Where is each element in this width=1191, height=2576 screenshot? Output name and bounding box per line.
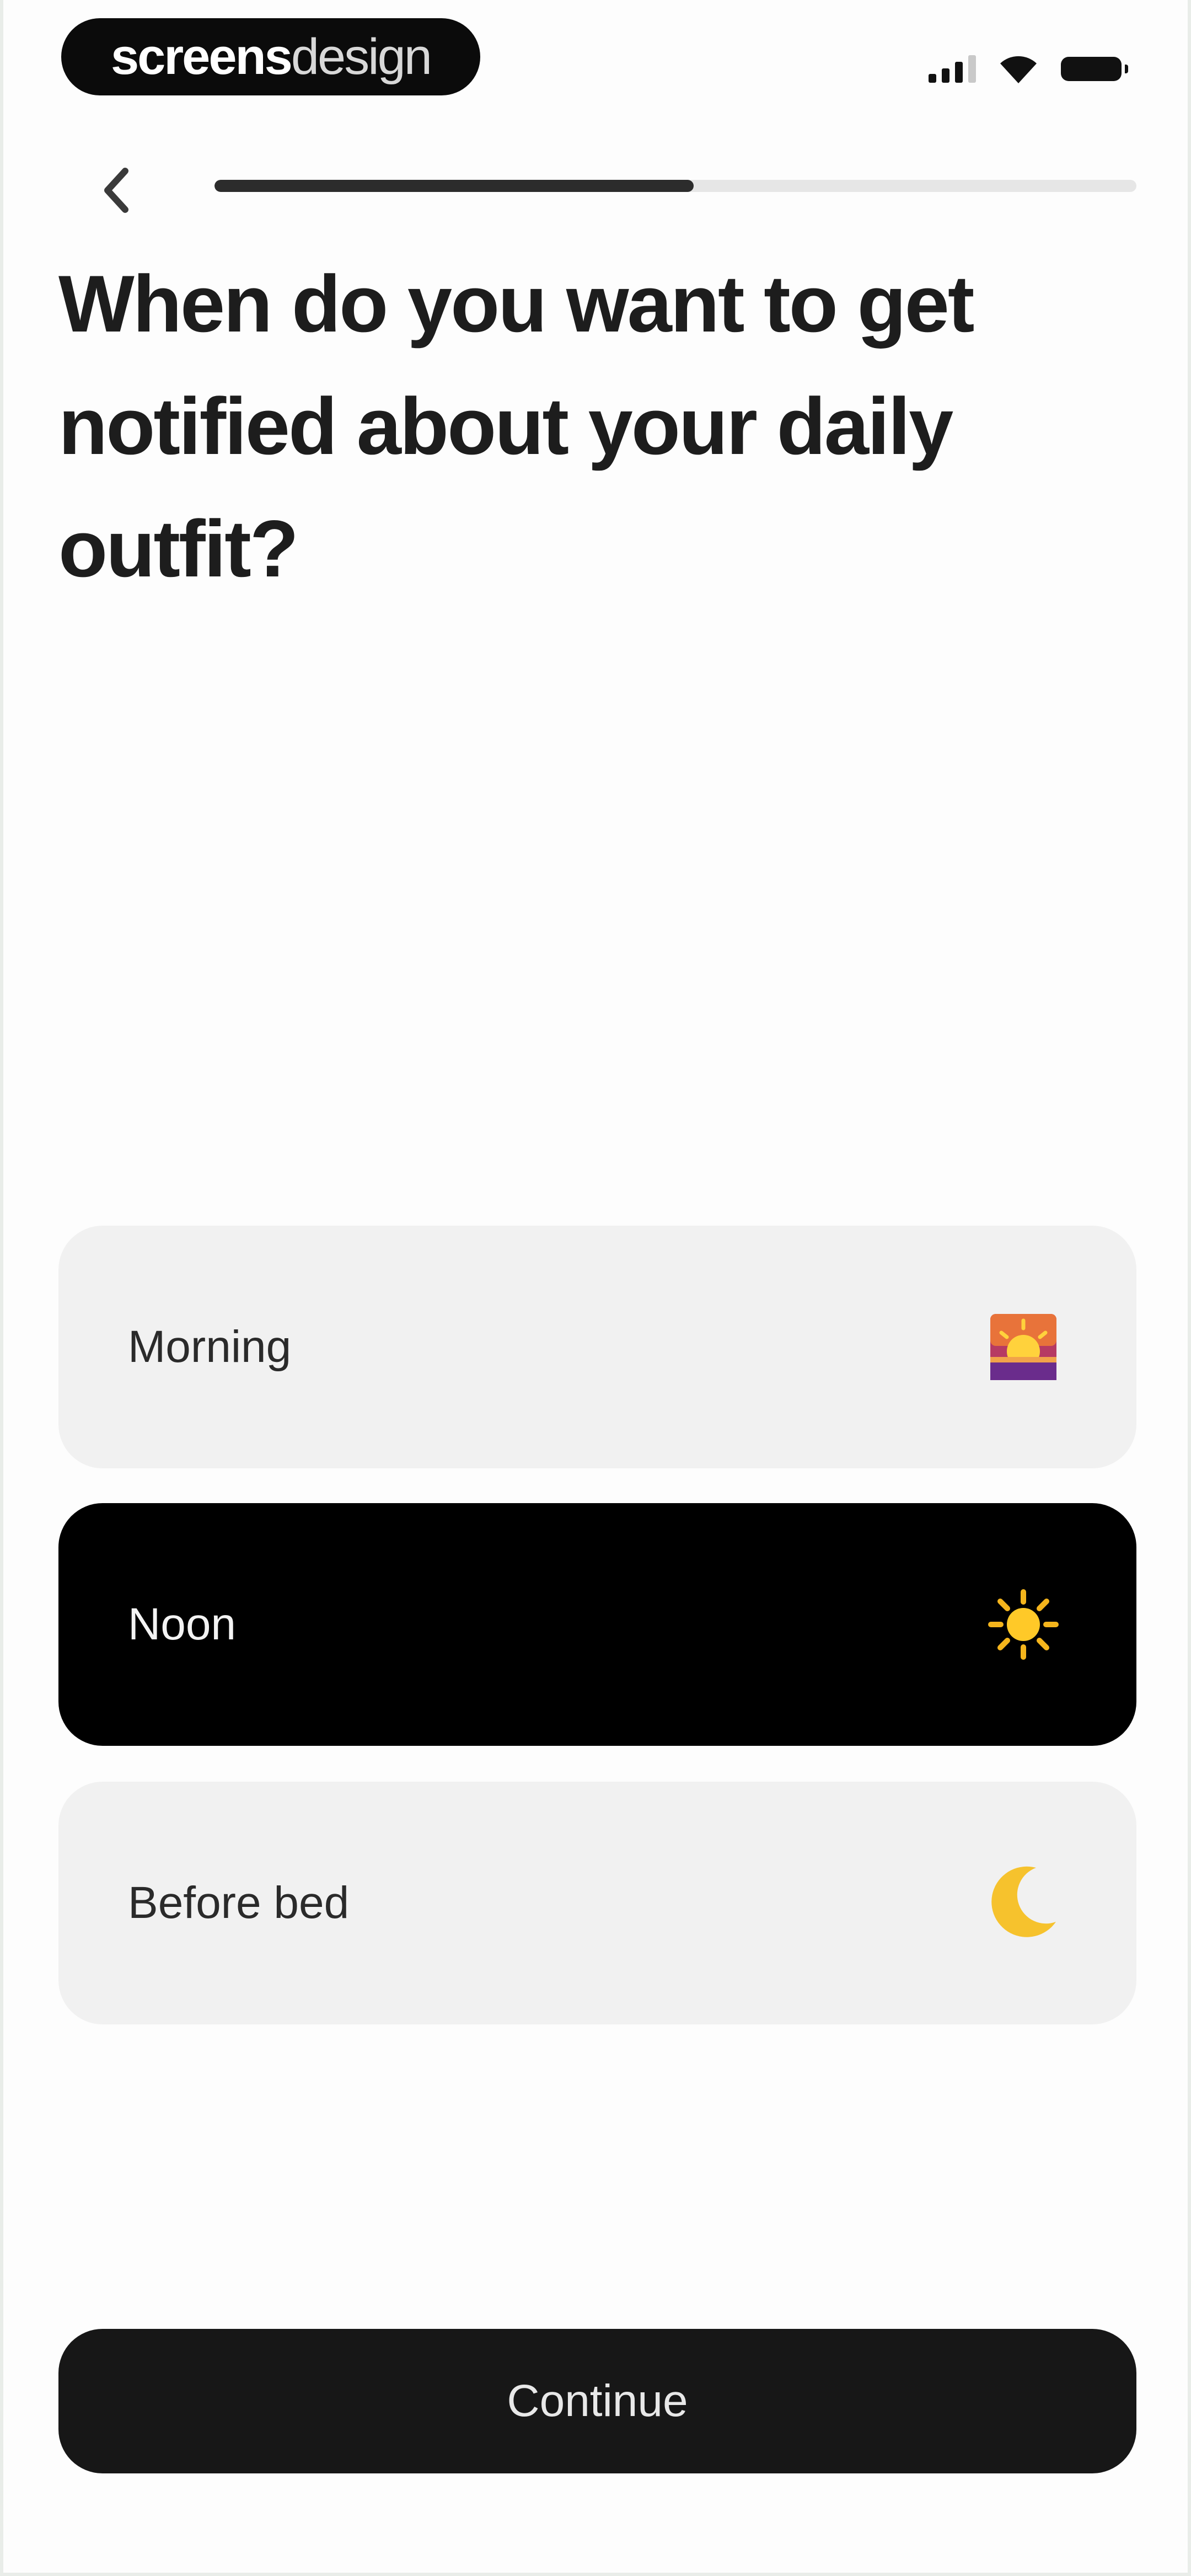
signal-icon <box>929 55 976 83</box>
crescent-moon-icon <box>988 1866 1059 1939</box>
back-button[interactable] <box>86 160 147 221</box>
option-label: Before bed <box>128 1878 350 1928</box>
continue-button[interactable]: Continue <box>58 2329 1136 2473</box>
page-title: When do you want to get notified about y… <box>58 259 974 594</box>
notification-time-screen: screens design When do you want to get no… <box>3 0 1188 2573</box>
option-label: Noon <box>128 1599 237 1649</box>
status-icons <box>929 50 1128 88</box>
chevron-left-icon <box>104 168 128 213</box>
brand-bold-text: screens <box>111 28 293 85</box>
progress-bar <box>214 180 1136 192</box>
sunrise-icon <box>988 1311 1059 1383</box>
sun-icon <box>988 1589 1059 1660</box>
wifi-icon <box>1000 56 1037 83</box>
brand-light-text: design <box>291 28 432 85</box>
progress-bar-fill <box>214 180 694 192</box>
battery-icon <box>1061 57 1128 81</box>
option-label: Morning <box>128 1322 292 1372</box>
screensdesign-badge: screens design <box>61 18 480 95</box>
option-morning[interactable]: Morning <box>58 1226 1136 1468</box>
option-noon[interactable]: Noon <box>58 1503 1136 1746</box>
option-before-bed[interactable]: Before bed <box>58 1782 1136 2024</box>
